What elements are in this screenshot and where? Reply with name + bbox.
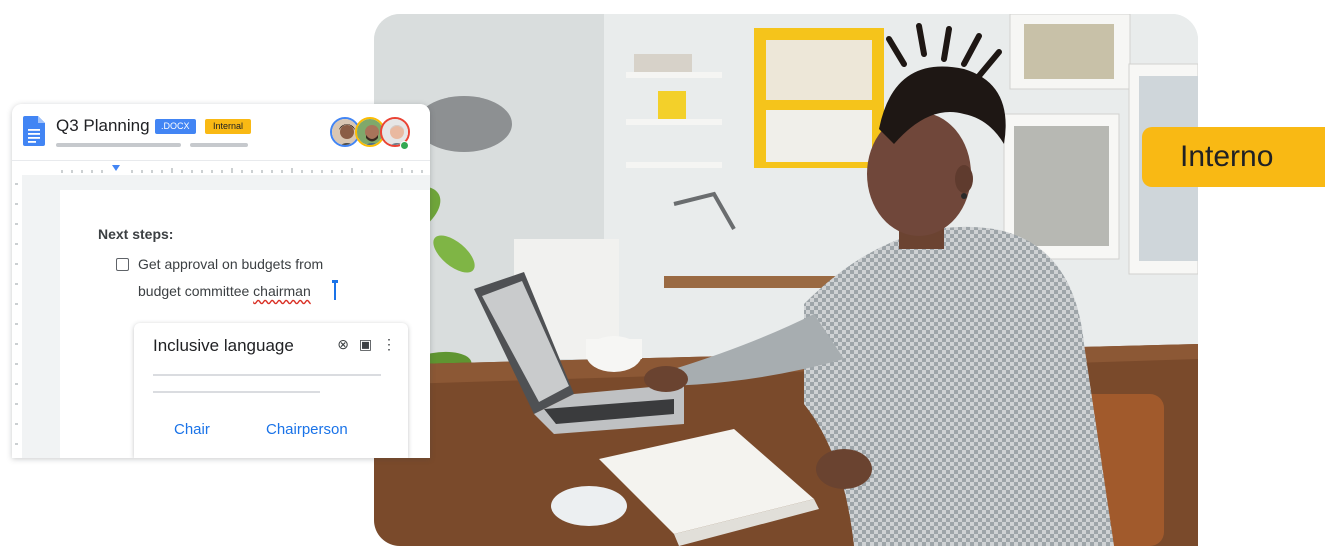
horizontal-ruler[interactable] [12, 160, 430, 176]
more-vert-icon[interactable]: ⋮ [382, 336, 396, 352]
indent-marker-icon [112, 165, 120, 171]
todo-text-prefix: budget committee [138, 283, 254, 299]
suggestion-placeholder-line [153, 374, 381, 376]
text-cursor [332, 280, 338, 300]
flagged-word[interactable]: chairman [253, 283, 311, 299]
menu-placeholder-bar [56, 143, 181, 147]
menu-placeholder-bar [190, 143, 248, 147]
close-circle-icon[interactable]: ⊗ [337, 336, 349, 352]
suggestion-placeholder-line [153, 391, 320, 393]
inclusive-language-suggestion-card: Inclusive language ⊗ ▣ ⋮ Chair Chairpers… [134, 323, 408, 458]
docs-window: Q3 Planning .DOCX Internal Next steps: G… [12, 104, 430, 458]
docx-format-chip: .DOCX [155, 119, 196, 134]
todo-checkbox[interactable] [116, 258, 129, 271]
suggestion-option-chairperson[interactable]: Chairperson [266, 421, 348, 438]
suggestion-title: Inclusive language [153, 336, 294, 355]
vertical-ruler[interactable] [12, 174, 22, 458]
comment-icon[interactable]: ▣ [359, 336, 372, 352]
todo-text-line: budget committee chairman [138, 283, 311, 299]
hero-photo [374, 14, 1198, 546]
online-indicator [400, 141, 409, 150]
google-docs-icon[interactable] [23, 116, 45, 146]
document-title[interactable]: Q3 Planning [56, 116, 150, 136]
docs-header: Q3 Planning .DOCX Internal [12, 104, 430, 160]
suggestion-option-chair[interactable]: Chair [174, 421, 210, 438]
internal-label-chip[interactable]: Internal [205, 119, 252, 134]
suggestion-actions: ⊗ ▣ ⋮ [331, 336, 396, 353]
interno-badge: Interno [1142, 127, 1325, 187]
section-heading: Next steps: [98, 226, 174, 242]
todo-text-line: Get approval on budgets from [138, 256, 324, 272]
